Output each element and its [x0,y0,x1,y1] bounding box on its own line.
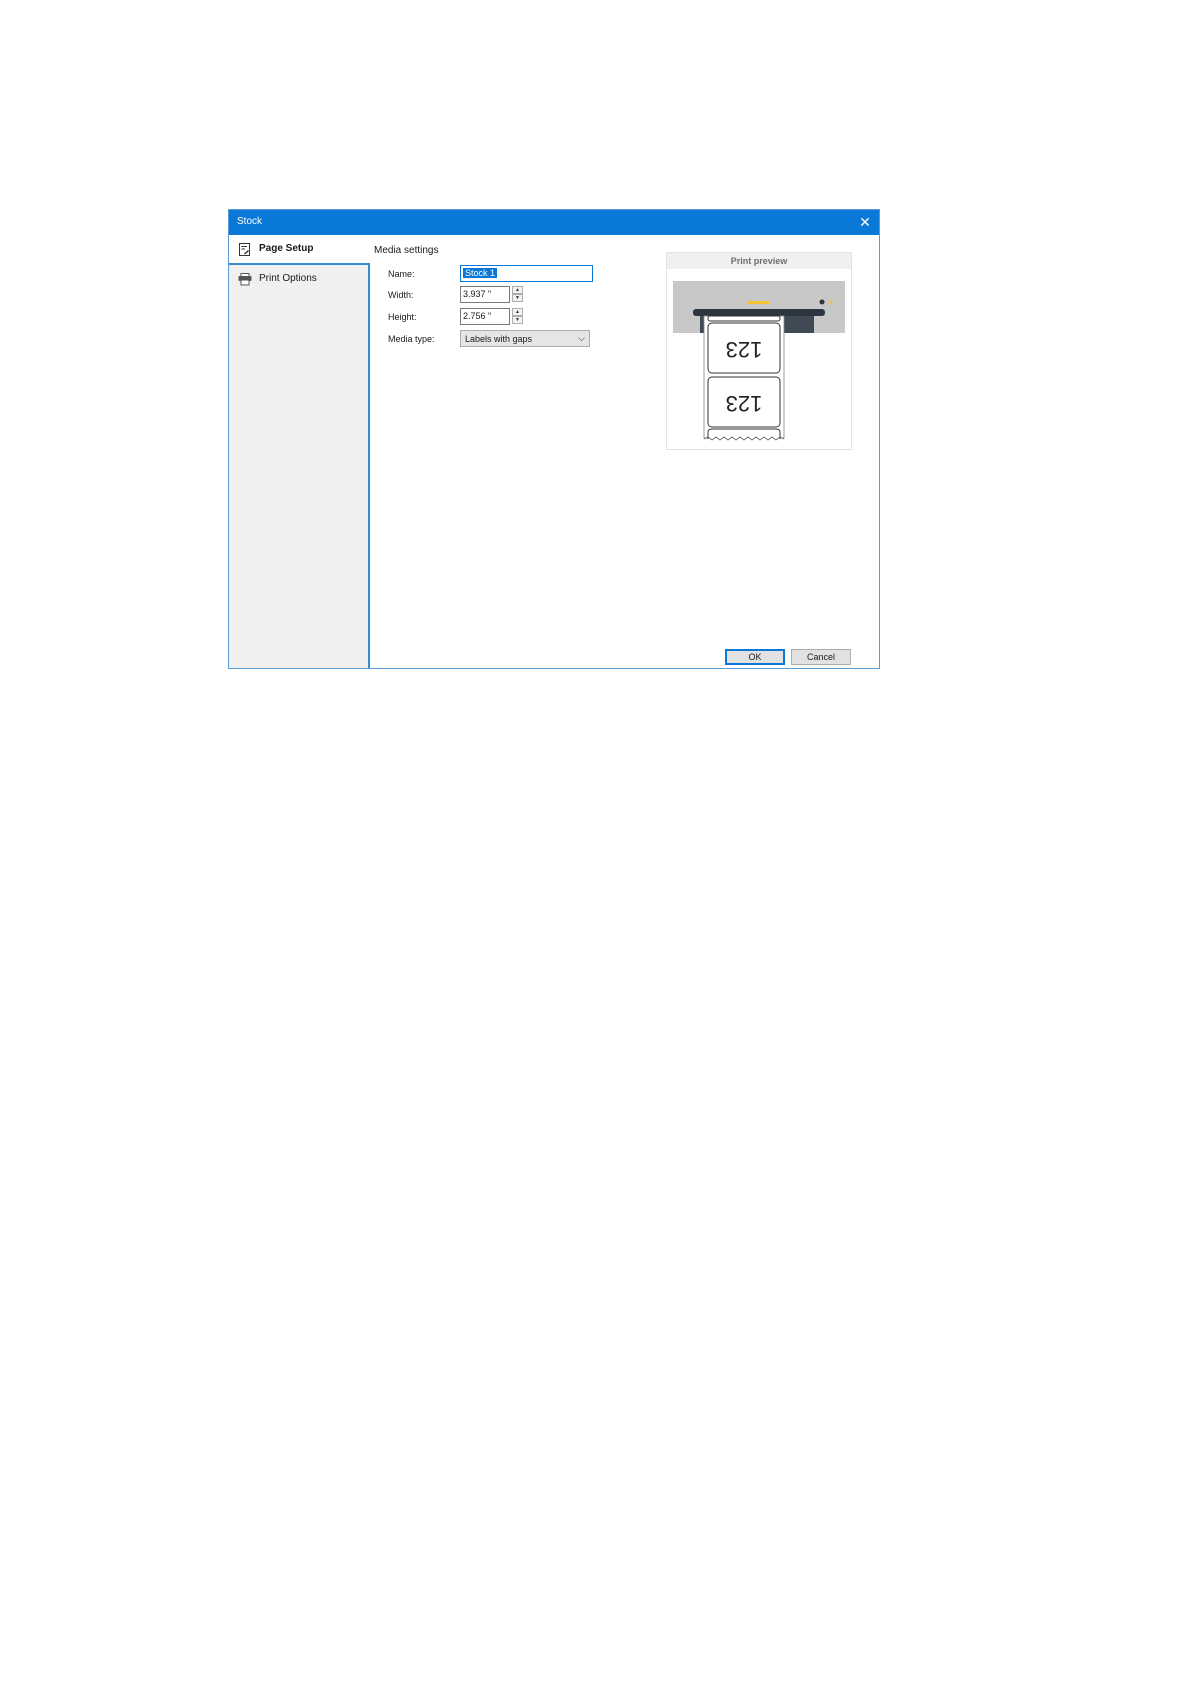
width-label: Width: [388,290,414,300]
printer-button-icon [819,299,825,305]
width-down-arrow-icon[interactable]: ▼ [512,294,523,302]
print-preview-panel: Print preview 123 123 [666,252,852,450]
name-field[interactable]: Stock 1 [460,265,593,282]
media-type-value: Labels with gaps [465,334,533,344]
print-preview-title: Print preview [667,253,851,269]
chevron-down-icon: ⌵ [578,333,585,343]
main-panel: Media settings Name: Stock 1 Width: 3.93… [370,235,879,668]
sidebar-item-print-options[interactable]: Print Options [229,265,368,293]
label-1-text: 123 [726,337,763,362]
label-3-partial [707,428,781,439]
label-2-text: 123 [726,391,763,416]
height-stepper: ▲ ▼ [512,308,523,325]
height-field[interactable]: 2.756 " [460,308,510,325]
title-bar: Stock ✕ [229,210,879,235]
stock-dialog: Stock ✕ Page Setup Print Options Media s… [228,209,880,669]
height-up-arrow-icon[interactable]: ▲ [512,308,523,316]
label-top-edge [707,315,781,322]
ok-button[interactable]: OK [725,649,785,665]
name-label: Name: [388,269,415,279]
printer-led-icon [829,300,833,304]
height-label: Height: [388,312,417,322]
height-down-arrow-icon[interactable]: ▼ [512,316,523,324]
printer-icon [238,273,252,286]
window-title: Stock [237,216,263,227]
printer-slot [693,309,825,316]
width-stepper: ▲ ▼ [512,286,523,303]
printer-illustration: 123 123 [673,281,845,441]
media-type-select[interactable]: Labels with gaps ⌵ [460,330,590,347]
width-up-arrow-icon[interactable]: ▲ [512,286,523,294]
cancel-button[interactable]: Cancel [791,649,851,665]
printer-led-bar [747,301,769,304]
close-icon[interactable]: ✕ [855,212,875,232]
name-field-value: Stock 1 [463,268,498,278]
sidebar-item-label: Print Options [259,273,317,284]
width-field[interactable]: 3.937 " [460,286,510,303]
section-title: Media settings [374,245,439,256]
sidebar-item-label: Page Setup [259,243,314,254]
sidebar: Page Setup Print Options [229,235,370,668]
page-setup-icon [238,243,251,256]
sidebar-item-page-setup[interactable]: Page Setup [229,235,370,265]
media-type-label: Media type: [388,334,435,344]
